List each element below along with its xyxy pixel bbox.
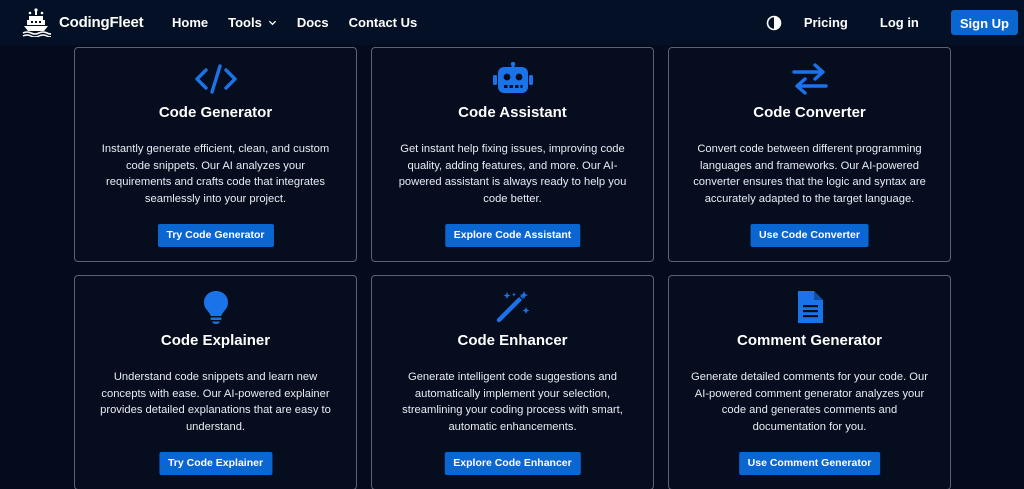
code-icon: [194, 64, 237, 94]
card-title: Code Assistant: [458, 104, 567, 121]
card-title: Code Enhancer: [457, 332, 568, 349]
nav-actions: Pricing Log in Sign Up: [766, 0, 1018, 45]
signup-button[interactable]: Sign Up: [950, 10, 1018, 35]
lightbulb-icon: [203, 291, 228, 324]
nav-tools-label: Tools: [228, 15, 262, 30]
main-nav: Home Tools Docs Contact Us: [172, 0, 437, 45]
tool-card-code-converter: Code Converter Convert code between diff…: [668, 47, 951, 262]
nav-contact-link[interactable]: Contact Us: [349, 15, 418, 30]
card-description: Instantly generate efficient, clean, and…: [101, 143, 330, 205]
magic-wand-icon: [496, 291, 529, 323]
use-comment-generator-button[interactable]: Use Comment Generator: [738, 452, 881, 475]
card-title: Code Converter: [753, 104, 866, 121]
explore-code-enhancer-button[interactable]: Explore Code Enhancer: [444, 452, 581, 475]
try-code-generator-button[interactable]: Try Code Generator: [157, 224, 274, 247]
arrows-exchange-icon: [791, 63, 828, 95]
use-code-converter-button[interactable]: Use Code Converter: [750, 224, 869, 247]
robot-icon: [492, 62, 533, 93]
tool-card-code-generator: Code Generator Instantly generate effici…: [74, 47, 357, 262]
explore-code-assistant-button[interactable]: Explore Code Assistant: [444, 224, 581, 247]
nav-pricing-link[interactable]: Pricing: [804, 15, 848, 30]
document-icon: [797, 291, 823, 323]
try-code-explainer-button[interactable]: Try Code Explainer: [158, 452, 273, 475]
nav-home-link[interactable]: Home: [172, 15, 208, 30]
theme-toggle-icon[interactable]: [766, 15, 782, 31]
brand-link[interactable]: CodingFleet: [21, 7, 144, 37]
card-description: Generate detailed comments for your code…: [691, 371, 928, 433]
top-navbar: CodingFleet Home Tools Docs Contact Us P…: [0, 0, 1024, 45]
tool-card-comment-generator: Comment Generator Generate detailed comm…: [668, 275, 951, 489]
card-title: Comment Generator: [736, 332, 883, 349]
card-description: Generate intelligent code suggestions an…: [402, 371, 623, 433]
tool-card-code-assistant: Code Assistant Get instant help fixing i…: [371, 47, 654, 262]
chevron-down-icon: [268, 20, 276, 26]
brand-name: CodingFleet: [59, 13, 144, 31]
card-description: Get instant help fixing issues, improvin…: [398, 143, 627, 205]
tool-card-code-enhancer: Code Enhancer Generate intelligent code …: [371, 275, 654, 489]
card-description: Convert code between different programmi…: [693, 143, 926, 205]
nav-docs-link[interactable]: Docs: [297, 15, 329, 30]
tool-card-code-explainer: Code Explainer Understand code snippets …: [74, 275, 357, 489]
card-title: Code Generator: [158, 104, 273, 121]
nav-tools-dropdown[interactable]: Tools: [228, 15, 277, 30]
card-description: Understand code snippets and learn new c…: [100, 371, 331, 433]
card-title: Code Explainer: [160, 332, 271, 349]
nav-login-link[interactable]: Log in: [880, 15, 919, 30]
ship-logo-icon: [22, 8, 51, 37]
